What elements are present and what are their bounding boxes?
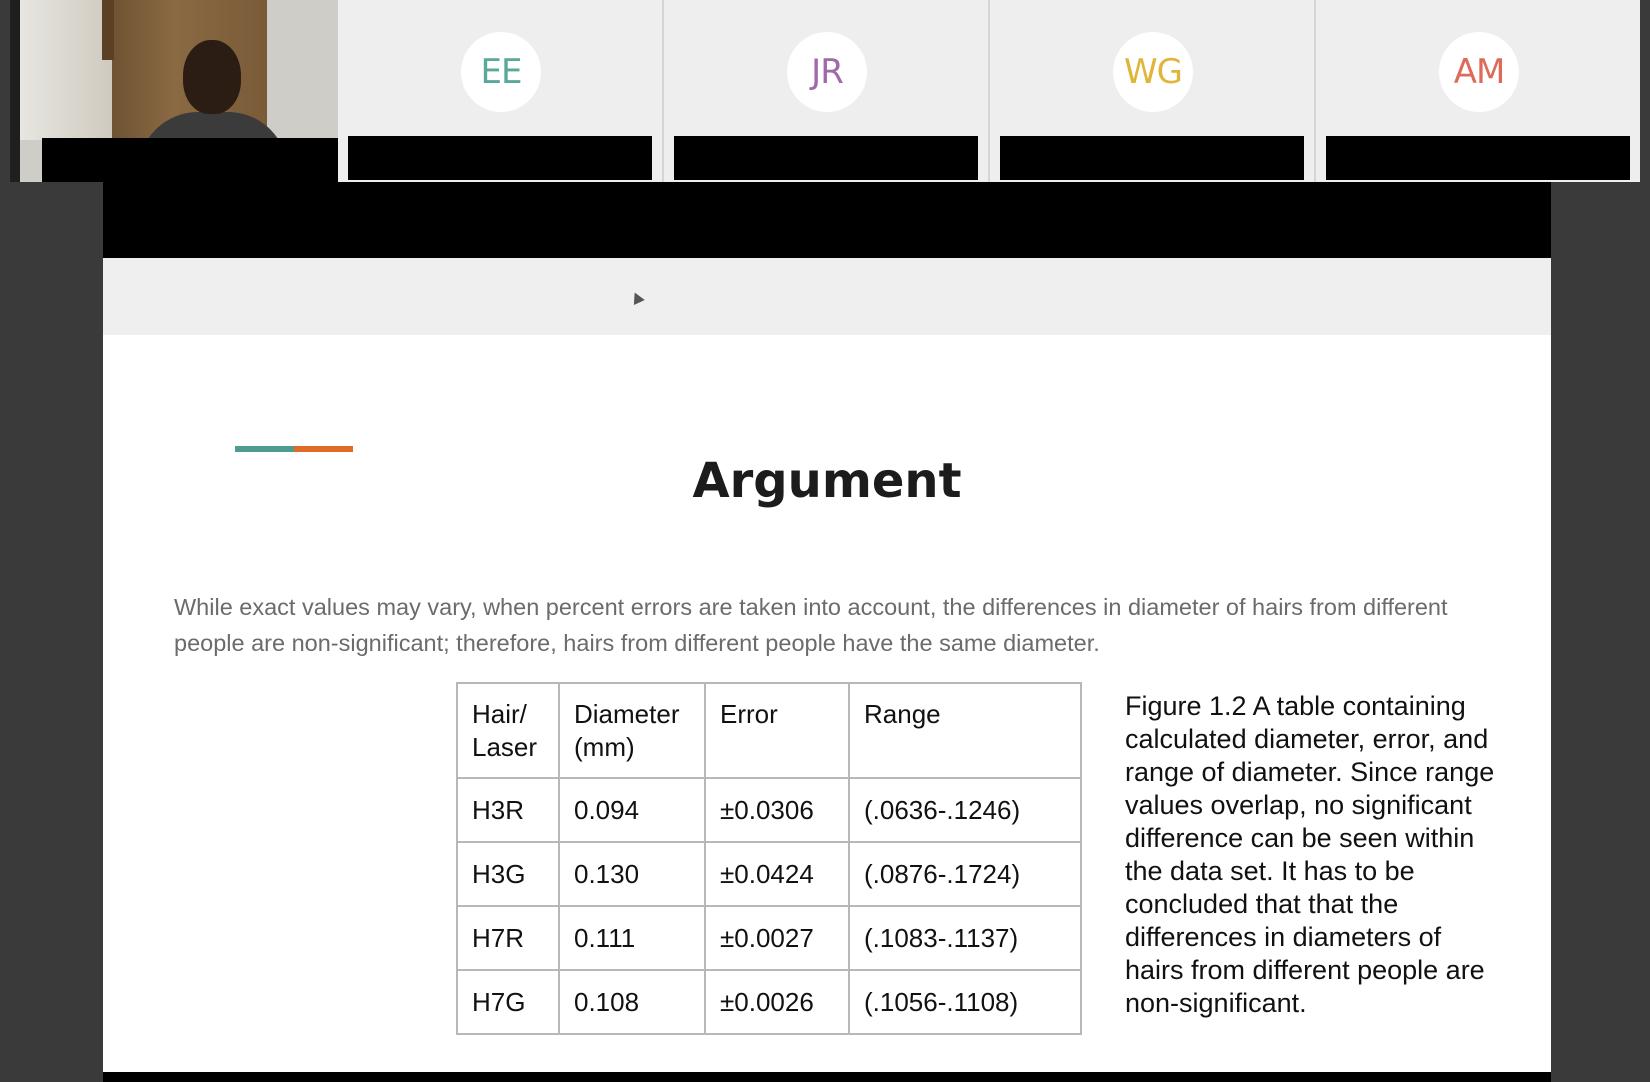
presentation-slide: Argument While exact values may vary, wh… (103, 335, 1551, 1072)
table-row: H7R 0.111 ±0.0027 (.1083-.1137) (456, 905, 1082, 971)
table-cell: H3G (456, 841, 560, 907)
video-background-frame (102, 0, 114, 60)
table-row: H3R 0.094 ±0.0306 (.0636-.1246) (456, 777, 1082, 843)
participant-video-tile[interactable] (20, 0, 348, 182)
participant-name-bar (1000, 136, 1304, 180)
column-header: Diameter (mm) (558, 682, 706, 779)
avatar: AM (1439, 32, 1519, 112)
table-row: H3G 0.130 ±0.0424 (.0876-.1724) (456, 841, 1082, 907)
avatar-initials: EE (480, 52, 523, 92)
table-cell: ±0.0424 (704, 841, 850, 907)
title-accent-bar (235, 446, 353, 452)
column-header: Error (704, 682, 850, 779)
table-cell: ±0.0026 (704, 969, 850, 1035)
avatar-initials: WG (1124, 52, 1183, 92)
table-cell: (.1056-.1108) (848, 969, 1082, 1035)
participant-strip: EE JR WG AM (10, 0, 1640, 182)
avatar-initials: JR (811, 52, 844, 92)
slide-title: Argument (692, 453, 962, 509)
accent-orange (294, 446, 353, 452)
slide-body-text: While exact values may vary, when percen… (174, 594, 1448, 656)
participant-tile-jr[interactable]: JR (664, 0, 990, 182)
header-text: Hair/ Laser (472, 699, 538, 762)
participant-tile-ee[interactable]: EE (338, 0, 664, 182)
table-header-row: Hair/ Laser Diameter (mm) Error Range (456, 682, 1082, 779)
column-header: Hair/ Laser (456, 682, 560, 779)
table-cell: 0.094 (558, 777, 706, 843)
table-cell: (.0876-.1724) (848, 841, 1082, 907)
avatar: WG (1113, 32, 1193, 112)
table-cell: 0.108 (558, 969, 706, 1035)
avatar: EE (461, 32, 541, 112)
screen-share-bottom-bar (103, 1072, 1551, 1082)
participant-name-bar (674, 136, 978, 180)
table-cell: H7R (456, 905, 560, 971)
header-text: Error (720, 699, 778, 729)
participant-name-bar (42, 138, 348, 182)
table-cell: 0.130 (558, 841, 706, 907)
participant-head (183, 40, 241, 114)
figure-caption: Figure 1.2 A table containing calculated… (1125, 691, 1495, 1018)
table-row: H7G 0.108 ±0.0026 (.1056-.1108) (456, 969, 1082, 1035)
participant-tile-wg[interactable]: WG (990, 0, 1316, 182)
screen-share-top-bar (103, 182, 1551, 258)
participant-tile-am[interactable]: AM (1316, 0, 1640, 182)
table-cell: H7G (456, 969, 560, 1035)
column-header: Range (848, 682, 1082, 779)
table-cell: (.0636-.1246) (848, 777, 1082, 843)
table-cell: (.1083-.1137) (848, 905, 1082, 971)
participant-name-bar (348, 136, 652, 180)
video-background (20, 0, 112, 140)
table-cell: ±0.0027 (704, 905, 850, 971)
participant-name-bar (1326, 136, 1630, 180)
avatar: JR (787, 32, 867, 112)
table-cell: ±0.0306 (704, 777, 850, 843)
table-cell: H3R (456, 777, 560, 843)
accent-teal (235, 446, 294, 452)
table-cell: 0.111 (558, 905, 706, 971)
data-table: Hair/ Laser Diameter (mm) Error Range H3… (456, 682, 1082, 1035)
header-text: Range (864, 699, 941, 729)
header-text: Diameter (mm) (574, 699, 680, 762)
slide-header-band (103, 258, 1551, 335)
avatar-initials: AM (1453, 52, 1506, 92)
